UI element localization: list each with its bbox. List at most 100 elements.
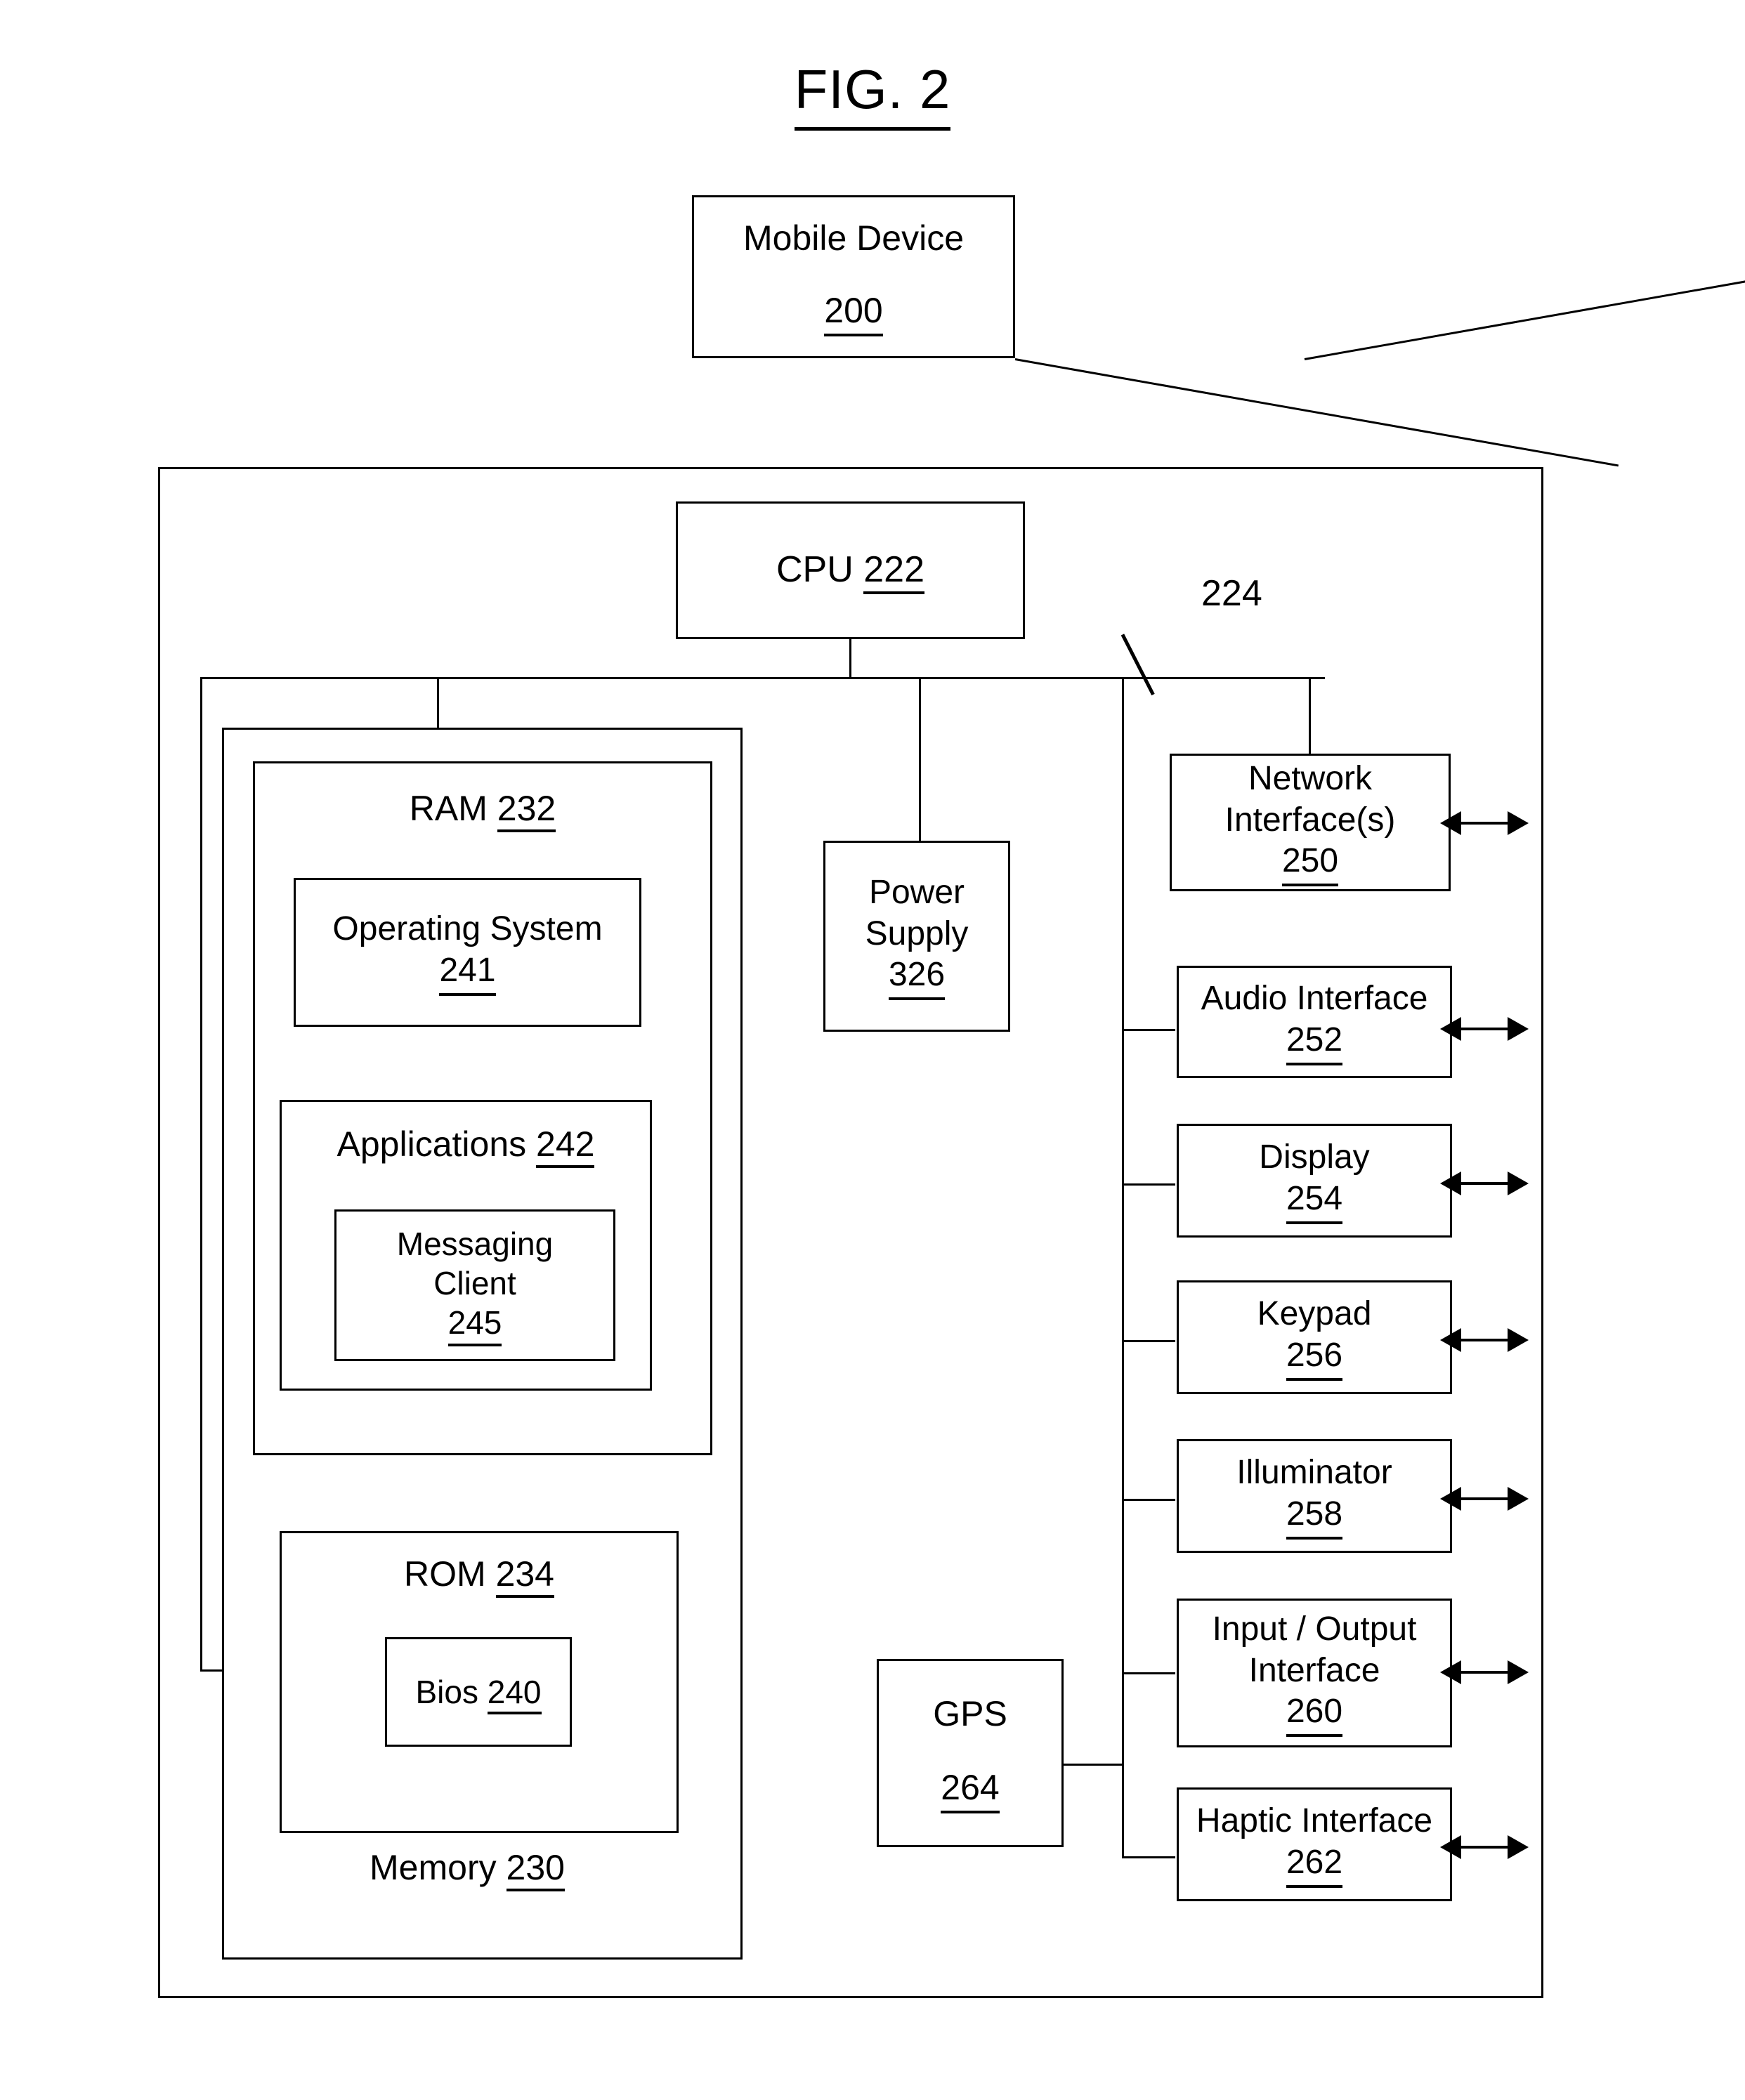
arrow-head-right-icon: [1508, 1660, 1529, 1684]
rom-ref: 234: [495, 1554, 554, 1598]
network-interface-label-line2: Interface(s): [1224, 801, 1396, 839]
haptic-interface-ref: 262: [1286, 1842, 1343, 1888]
bus-stub-haptic: [1122, 1856, 1175, 1858]
keypad-ref: 256: [1286, 1335, 1343, 1381]
keypad-arrow: [1440, 1328, 1529, 1352]
arrow-shaft: [1458, 1846, 1510, 1849]
figure-title: FIG. 2: [0, 58, 1745, 131]
leader-line-left: [1304, 251, 1745, 360]
display-box: Display 254: [1177, 1124, 1452, 1238]
mobile-device-box: Mobile Device 200: [692, 195, 1015, 358]
ram-label-group: RAM 232: [409, 787, 556, 832]
bios-box: Bios 240: [385, 1637, 572, 1747]
arrow-head-right-icon: [1508, 1487, 1529, 1511]
memory-ref: 230: [506, 1848, 565, 1891]
io-interface-label-line2: Interface: [1248, 1651, 1380, 1689]
display-arrow: [1440, 1172, 1529, 1195]
illuminator-box: Illuminator 258: [1177, 1439, 1452, 1553]
arrow-head-right-icon: [1508, 1328, 1529, 1352]
network-interface-box: Network Interface(s) 250: [1170, 754, 1451, 891]
bus-network-interface-stub: [1122, 677, 1311, 679]
power-supply-label-line1: Power: [868, 874, 965, 912]
arrow-shaft: [1458, 1182, 1510, 1185]
applications-label: Applications: [336, 1124, 527, 1164]
io-interface-arrow: [1440, 1660, 1529, 1684]
applications-ref: 242: [536, 1124, 595, 1168]
haptic-interface-arrow: [1440, 1835, 1529, 1859]
gps-box: GPS 264: [877, 1659, 1064, 1847]
operating-system-label: Operating System: [332, 910, 603, 948]
io-interface-box: Input / Output Interface 260: [1177, 1599, 1452, 1747]
bus-left-vertical: [200, 677, 202, 1672]
keypad-label: Keypad: [1257, 1295, 1372, 1333]
display-label: Display: [1259, 1138, 1370, 1176]
operating-system-box: Operating System 241: [294, 878, 641, 1027]
power-supply-box: Power Supply 326: [823, 841, 1010, 1032]
cpu-label: CPU: [776, 549, 854, 591]
arrow-shaft: [1458, 1339, 1510, 1341]
memory-caption: Memory 230: [218, 1847, 717, 1891]
messaging-client-label-line1: Messaging: [396, 1225, 554, 1262]
arrow-shaft: [1458, 822, 1510, 825]
bus-cpu-stub: [849, 639, 851, 679]
arrow-shaft: [1458, 1671, 1510, 1674]
messaging-client-box: Messaging Client 245: [334, 1209, 615, 1361]
bios-ref: 240: [487, 1673, 542, 1714]
memory-label: Memory: [370, 1848, 497, 1887]
cpu-ref: 222: [863, 549, 924, 595]
power-supply-ref: 326: [888, 954, 946, 1000]
bus-network-interface-drop: [1309, 677, 1311, 756]
keypad-box: Keypad 256: [1177, 1280, 1452, 1394]
bus-right-vertical: [1122, 677, 1124, 1858]
bus-stub-keypad: [1122, 1340, 1175, 1342]
bus-stub-display: [1122, 1183, 1175, 1186]
rom-label-group: ROM 234: [404, 1553, 554, 1598]
applications-label-group: Applications 242: [336, 1123, 595, 1168]
network-interface-arrow: [1440, 811, 1529, 835]
illuminator-label: Illuminator: [1236, 1454, 1392, 1492]
audio-interface-arrow: [1440, 1017, 1529, 1041]
gps-ref: 264: [941, 1766, 1000, 1813]
cpu-box: CPU 222: [676, 501, 1025, 639]
arrow-head-right-icon: [1508, 1172, 1529, 1195]
io-interface-ref: 260: [1286, 1691, 1343, 1737]
arrow-head-right-icon: [1508, 1835, 1529, 1859]
display-ref: 254: [1286, 1179, 1343, 1224]
arrow-shaft: [1458, 1028, 1510, 1030]
bios-label-group: Bios 240: [415, 1672, 542, 1714]
bus-stub-illuminator: [1122, 1499, 1175, 1501]
figure-title-text: FIG. 2: [794, 58, 951, 131]
arrow-head-right-icon: [1508, 811, 1529, 835]
operating-system-ref: 241: [439, 950, 496, 996]
bus-stub-io: [1122, 1672, 1175, 1674]
network-interface-ref: 250: [1281, 841, 1339, 886]
arrow-head-right-icon: [1508, 1017, 1529, 1041]
bus-stub-audio: [1122, 1029, 1175, 1031]
figure-canvas: FIG. 2 Mobile Device 200 CPU 222 224 Mem…: [0, 0, 1745, 2100]
bus-ref-224: 224: [1201, 573, 1262, 614]
bus-stub-gps: [1063, 1764, 1123, 1766]
ram-label: RAM: [409, 789, 488, 828]
ram-ref: 232: [497, 789, 556, 832]
mobile-device-ref: 200: [824, 289, 883, 336]
audio-interface-ref: 252: [1286, 1020, 1343, 1065]
rom-label: ROM: [404, 1554, 486, 1594]
leader-line-right: [1014, 358, 1619, 467]
arrow-shaft: [1458, 1497, 1510, 1500]
audio-interface-label: Audio Interface: [1201, 980, 1428, 1018]
io-interface-label-line1: Input / Output: [1212, 1610, 1417, 1648]
illuminator-ref: 258: [1286, 1494, 1343, 1540]
illuminator-arrow: [1440, 1487, 1529, 1511]
bus-power-supply-stub: [919, 677, 921, 841]
haptic-interface-box: Haptic Interface 262: [1177, 1787, 1452, 1901]
cpu-label-group: CPU 222: [776, 548, 924, 595]
haptic-interface-label: Haptic Interface: [1196, 1802, 1433, 1840]
messaging-client-label-line2: Client: [433, 1264, 516, 1301]
network-interface-label-line1: Network: [1248, 760, 1373, 798]
gps-label: GPS: [933, 1694, 1007, 1733]
messaging-client-ref: 245: [447, 1303, 502, 1347]
bios-label: Bios: [415, 1673, 478, 1710]
mobile-device-label: Mobile Device: [743, 218, 964, 258]
power-supply-label-line2: Supply: [865, 914, 969, 952]
audio-interface-box: Audio Interface 252: [1177, 966, 1452, 1078]
